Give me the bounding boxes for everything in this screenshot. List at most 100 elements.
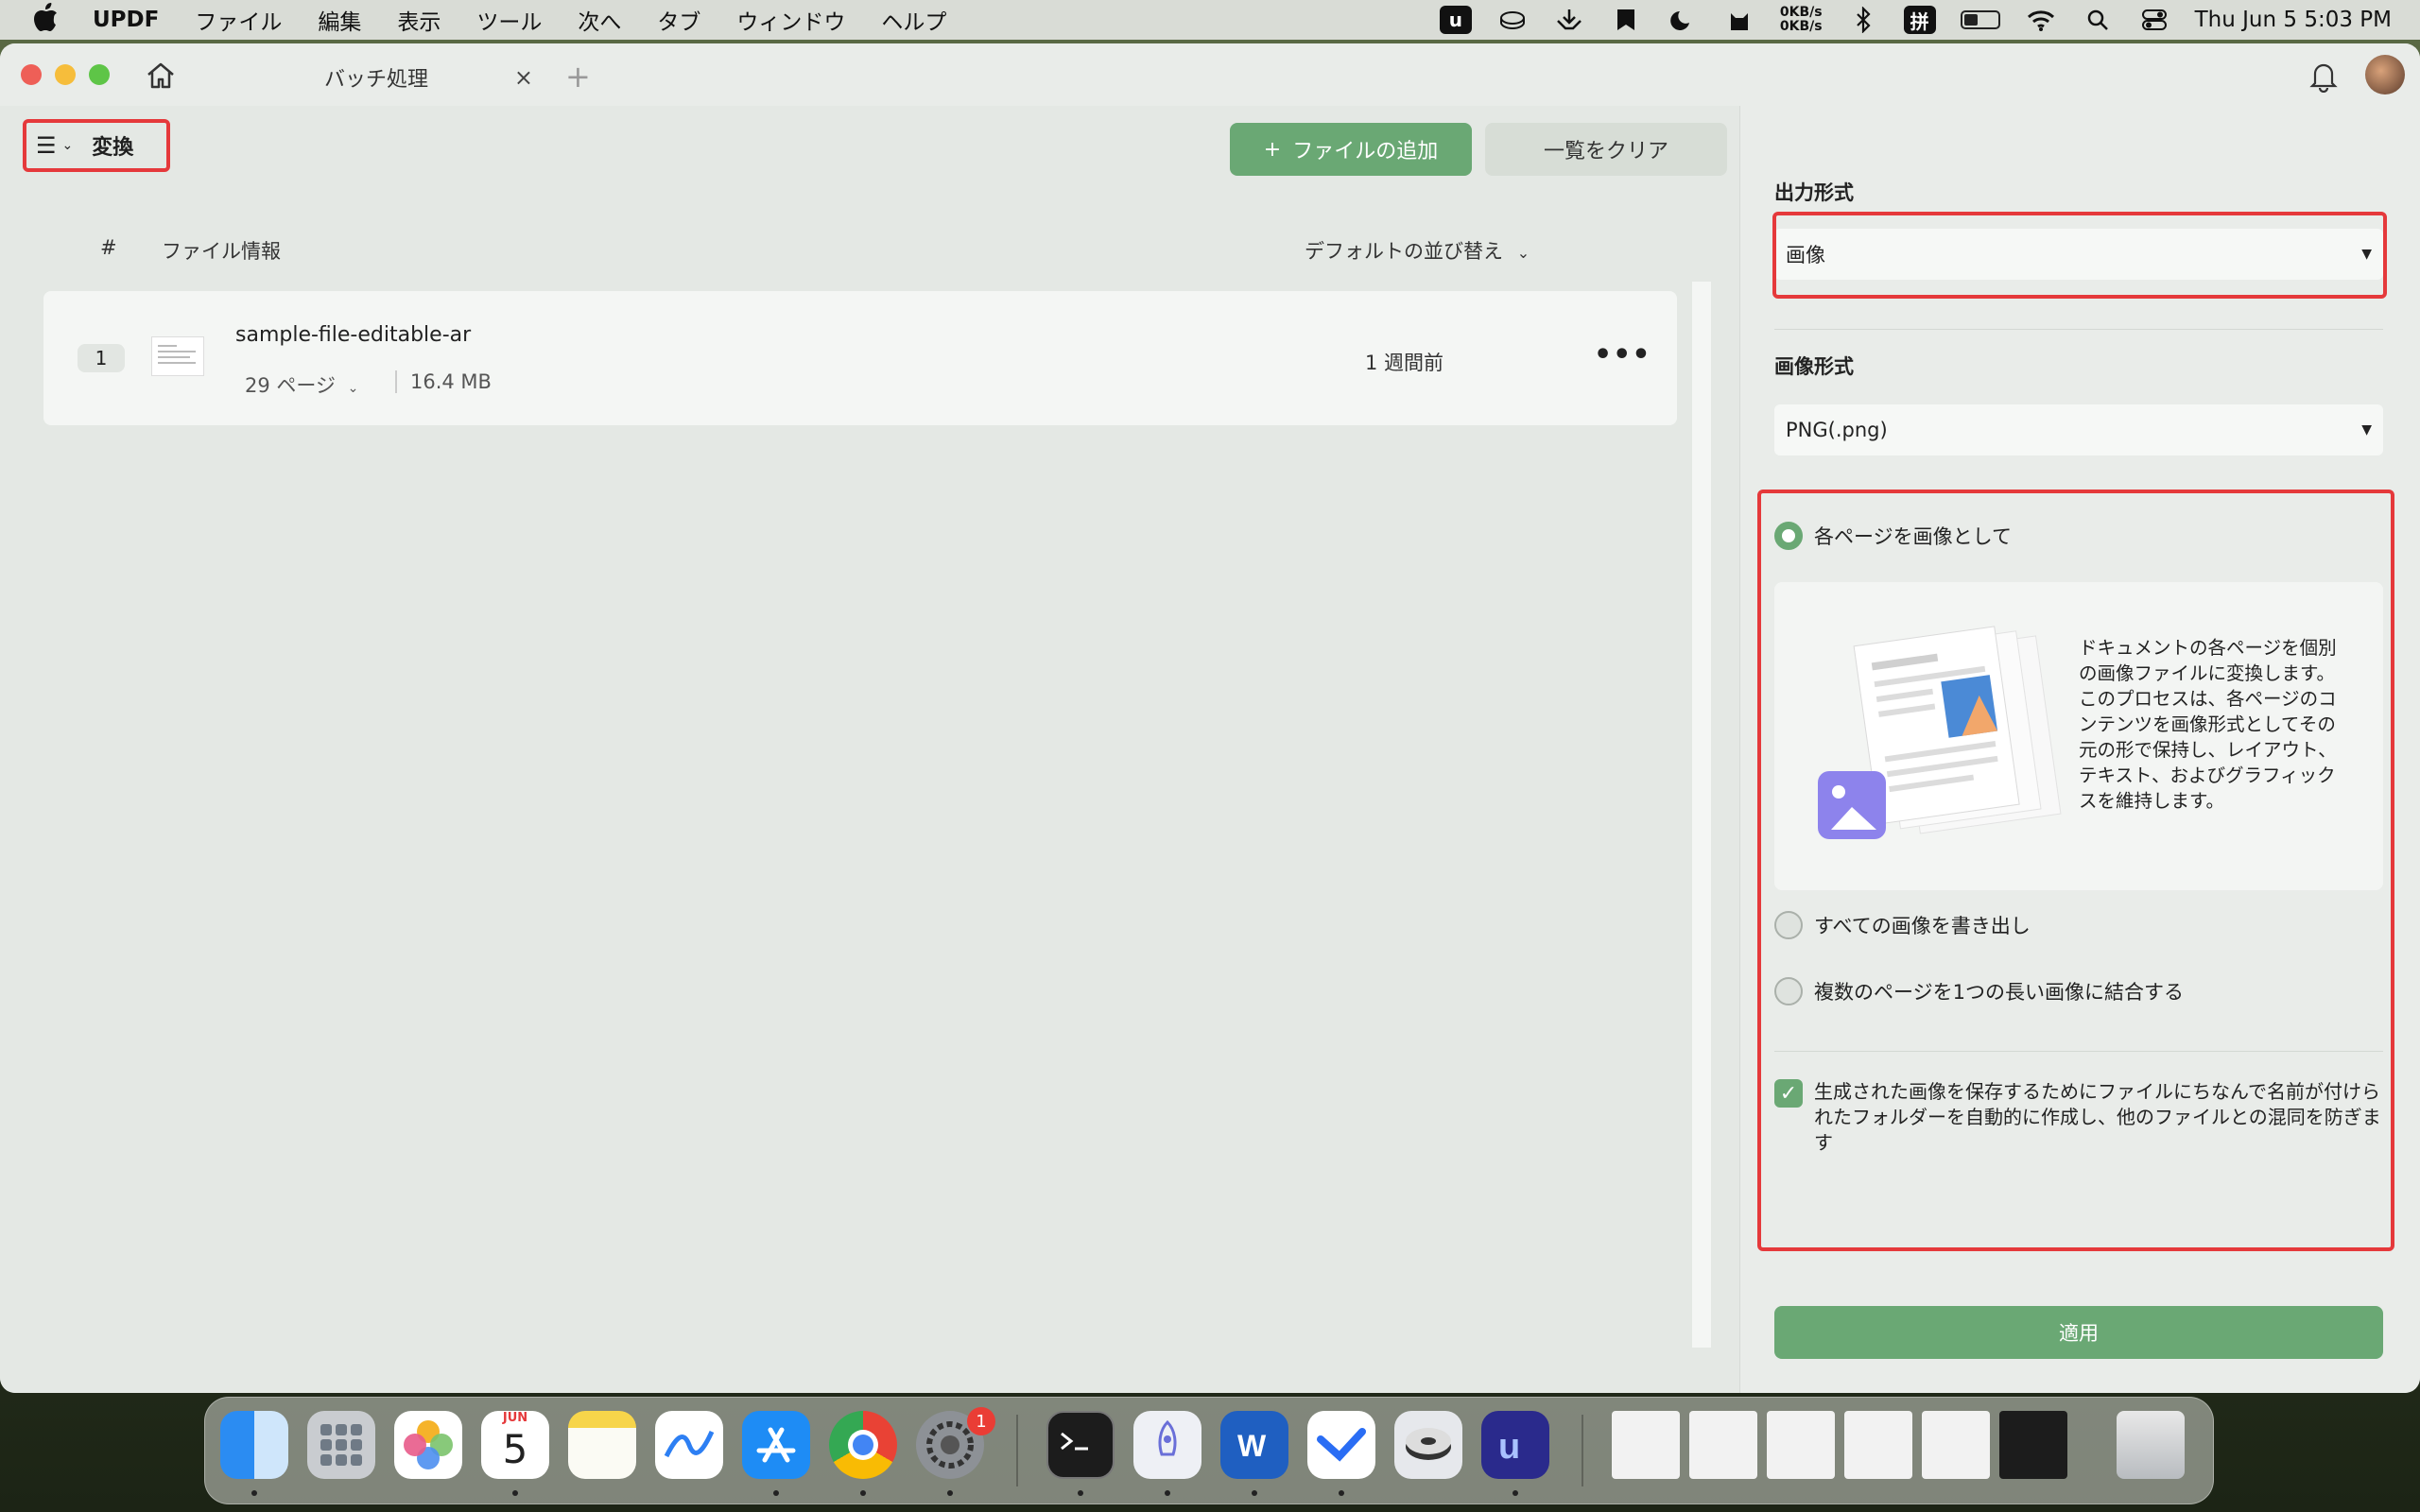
calendar-icon[interactable]: JUN 5 bbox=[481, 1411, 549, 1479]
bluetooth-icon[interactable] bbox=[1847, 6, 1879, 34]
svg-text:W: W bbox=[1237, 1429, 1267, 1463]
updf-menu-icon[interactable]: u bbox=[1439, 6, 1472, 34]
chrome-icon[interactable] bbox=[829, 1411, 897, 1479]
bookmark-grid-icon[interactable] bbox=[1610, 6, 1642, 34]
freeform-icon[interactable] bbox=[655, 1411, 723, 1479]
clear-list-button[interactable]: 一覧をクリア bbox=[1485, 123, 1727, 176]
photos-icon[interactable] bbox=[394, 1411, 462, 1479]
add-file-button[interactable]: + ファイルの追加 bbox=[1230, 123, 1472, 176]
plus-icon: + bbox=[1263, 137, 1282, 162]
file-thumbnail bbox=[151, 336, 204, 376]
tray-icon[interactable] bbox=[1553, 6, 1585, 34]
calendar-month: JUN bbox=[502, 1411, 528, 1425]
image-format-select[interactable]: PNG(.png) ▼ bbox=[1774, 404, 2383, 455]
menu-file[interactable]: ファイル bbox=[195, 4, 282, 36]
highlight-image-options bbox=[1757, 490, 2394, 1251]
menu-bar: UPDF ファイル 編集 表示 ツール 次へ タブ ウィンドウ ヘルプ u 0K… bbox=[0, 0, 2420, 40]
rocket-icon[interactable] bbox=[1133, 1411, 1201, 1479]
mode-selector[interactable]: ☰ ⌄ 変換 bbox=[23, 119, 170, 172]
menu-go[interactable]: 次へ bbox=[578, 4, 621, 36]
file-name: sample-file-editable-ar bbox=[235, 323, 472, 347]
moon-icon[interactable] bbox=[1667, 6, 1699, 34]
apply-button[interactable]: 適用 bbox=[1774, 1306, 2383, 1359]
menubar-clock[interactable]: Thu Jun 5 5:03 PM bbox=[2195, 8, 2392, 32]
file-row[interactable]: 1 sample-file-editable-ar 29 ページ ⌄ 16.4 … bbox=[43, 291, 1677, 425]
dock-separator bbox=[1016, 1415, 1018, 1486]
image-format-label: 画像形式 bbox=[1774, 355, 1854, 378]
notes-icon[interactable] bbox=[568, 1411, 636, 1479]
running-indicator bbox=[860, 1490, 866, 1496]
launchpad-icon[interactable] bbox=[307, 1411, 375, 1479]
menu-window[interactable]: ウィンドウ bbox=[736, 4, 845, 36]
running-indicator bbox=[1339, 1490, 1344, 1496]
add-file-label: ファイルの追加 bbox=[1292, 140, 1439, 163]
recent-document-thumbnail[interactable] bbox=[1612, 1411, 1680, 1479]
page-count-dropdown[interactable]: 29 ページ ⌄ bbox=[245, 370, 358, 399]
user-avatar[interactable] bbox=[2365, 55, 2405, 94]
page-count: 29 ページ bbox=[245, 374, 336, 397]
menu-tools[interactable]: ツール bbox=[476, 4, 542, 36]
more-options-icon[interactable]: ••• bbox=[1594, 338, 1651, 371]
running-indicator bbox=[1512, 1490, 1518, 1496]
column-header-file-info: ファイル情報 bbox=[162, 240, 281, 263]
terminal-icon[interactable] bbox=[1046, 1411, 1115, 1479]
sort-dropdown[interactable]: デフォルトの並び替え ⌄ bbox=[1305, 236, 1530, 265]
notification-bell-icon[interactable] bbox=[2307, 59, 2341, 94]
spotlight-search-icon[interactable] bbox=[2082, 6, 2114, 34]
control-center-icon[interactable] bbox=[2138, 6, 2170, 34]
new-tab-button[interactable]: + bbox=[565, 59, 591, 94]
batch-main-area: ☰ ⌄ 変換 + ファイルの追加 一覧をクリア # ファイル情報 デフォルトの並… bbox=[0, 106, 1739, 1393]
highlight-output-format bbox=[1772, 212, 2387, 299]
dock: JUN 5 1 W u bbox=[204, 1397, 2214, 1504]
output-format-label: 出力形式 bbox=[1774, 181, 1854, 204]
disk-utility-icon[interactable] bbox=[1394, 1411, 1462, 1479]
net-up-speed: 0KB/s bbox=[1779, 5, 1823, 20]
menu-help[interactable]: ヘルプ bbox=[881, 4, 946, 36]
finder-icon[interactable] bbox=[220, 1411, 288, 1479]
cat-icon[interactable] bbox=[1723, 6, 1755, 34]
calendar-day: 5 bbox=[502, 1426, 528, 1472]
tab-batch-processing[interactable]: バッチ処理 × bbox=[206, 49, 546, 106]
recent-window-thumbnail[interactable] bbox=[1999, 1411, 2067, 1479]
updf-window: バッチ処理 × + ☰ ⌄ 変換 + ファイルの追加 一覧をクリア # ファイル… bbox=[0, 43, 2420, 1393]
network-speed: 0KB/s 0KB/s bbox=[1780, 6, 1823, 34]
list-scrollbar[interactable] bbox=[1692, 282, 1711, 1348]
menu-edit[interactable]: 編集 bbox=[318, 4, 361, 36]
home-icon bbox=[147, 62, 174, 89]
menu-list-icon: ☰ bbox=[36, 132, 57, 159]
close-window-button[interactable] bbox=[21, 64, 42, 85]
recent-document-thumbnail[interactable] bbox=[1922, 1411, 1990, 1479]
tab-close-icon[interactable]: × bbox=[514, 64, 533, 91]
lark-icon[interactable] bbox=[1307, 1411, 1375, 1479]
menu-view[interactable]: 表示 bbox=[397, 4, 441, 36]
battery-icon[interactable] bbox=[1960, 10, 2000, 29]
word-icon[interactable]: W bbox=[1220, 1411, 1288, 1479]
recent-document-thumbnail[interactable] bbox=[1689, 1411, 1757, 1479]
settings-badge: 1 bbox=[967, 1407, 995, 1435]
caret-down-icon: ▼ bbox=[2361, 422, 2372, 438]
wifi-icon[interactable] bbox=[2025, 6, 2057, 34]
running-indicator bbox=[773, 1490, 779, 1496]
menu-tab[interactable]: タブ bbox=[657, 4, 700, 36]
running-indicator bbox=[1165, 1490, 1170, 1496]
updf-icon[interactable]: u bbox=[1481, 1411, 1549, 1479]
divider bbox=[1774, 329, 2383, 330]
recent-document-thumbnail[interactable] bbox=[1844, 1411, 1912, 1479]
settings-panel: 出力形式 画像 ▼ 画像形式 PNG(.png) ▼ 各ページを画像として ドキ… bbox=[1739, 106, 2420, 1393]
disk-icon[interactable] bbox=[1496, 6, 1529, 34]
home-button[interactable] bbox=[142, 57, 180, 94]
file-modified-time: 1 週間前 bbox=[1365, 352, 1444, 374]
menu-app-name[interactable]: UPDF bbox=[93, 8, 159, 32]
app-store-icon[interactable] bbox=[742, 1411, 810, 1479]
minimize-window-button[interactable] bbox=[55, 64, 76, 85]
net-down-speed: 0KB/s bbox=[1779, 19, 1823, 34]
input-method-icon[interactable]: 拼 bbox=[1903, 6, 1936, 34]
recent-document-thumbnail[interactable] bbox=[1767, 1411, 1835, 1479]
running-indicator bbox=[947, 1490, 953, 1496]
chevron-down-icon: ⌄ bbox=[1516, 244, 1530, 262]
trash-icon[interactable] bbox=[2117, 1411, 2185, 1479]
zoom-window-button[interactable] bbox=[89, 64, 110, 85]
apple-icon[interactable] bbox=[28, 2, 64, 38]
running-indicator bbox=[251, 1490, 257, 1496]
mode-label: 変換 bbox=[92, 136, 134, 160]
